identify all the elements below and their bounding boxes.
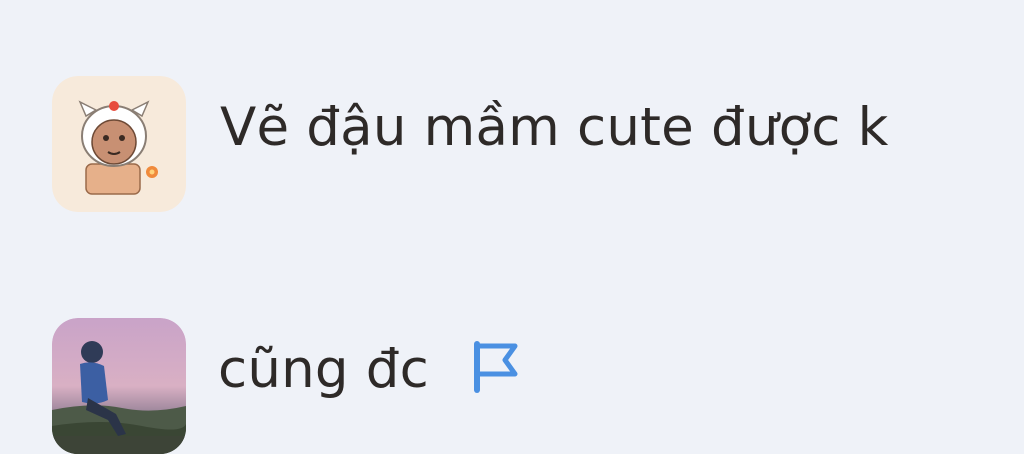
- message-row: Vẽ đậu mầm cute được k: [52, 76, 889, 212]
- flag-icon[interactable]: [469, 338, 521, 394]
- avatar[interactable]: [52, 318, 186, 454]
- avatar[interactable]: [52, 76, 186, 212]
- message-text: Vẽ đậu mầm cute được k: [220, 96, 889, 158]
- person-photo-icon: [52, 318, 186, 454]
- message-list: Vẽ đậu mầm cute được k cũng đc: [0, 0, 1024, 454]
- message-row: cũng đc: [52, 318, 521, 454]
- message-text: cũng đc: [218, 338, 429, 400]
- cartoon-character-icon: [52, 76, 186, 212]
